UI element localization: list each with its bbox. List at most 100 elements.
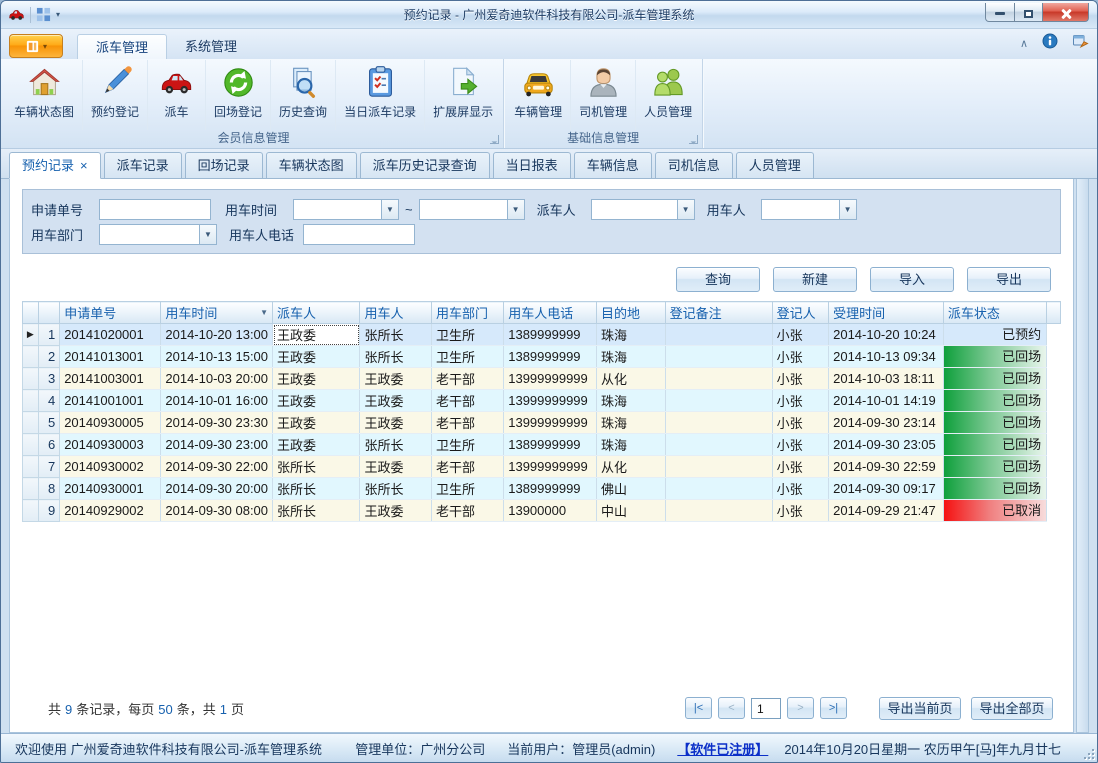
cell-dispatcher[interactable]: 王政委 (273, 412, 360, 434)
cell-dept[interactable]: 卫生所 (431, 478, 503, 500)
cell-use_time[interactable]: 2014-09-30 20:00 (161, 478, 273, 500)
cell-accept_time[interactable]: 2014-09-30 22:59 (829, 456, 944, 478)
cell-registrar[interactable]: 小张 (772, 368, 828, 390)
maximize-button[interactable] (1015, 3, 1043, 22)
chevron-down-icon[interactable]: ▼ (381, 200, 398, 219)
cell-order_no[interactable]: 20140929002 (60, 500, 161, 522)
cell-user[interactable]: 王政委 (360, 500, 431, 522)
column-header-phone[interactable]: 用车人电话 (504, 302, 597, 324)
cell-status[interactable]: 已回场 (943, 368, 1046, 390)
cell-user[interactable]: 张所长 (360, 346, 431, 368)
cell-destination[interactable]: 珠海 (596, 434, 665, 456)
cell-order_no[interactable]: 20140930003 (60, 434, 161, 456)
cell-remark[interactable] (665, 368, 772, 390)
style-icon[interactable] (1072, 33, 1089, 54)
cell-status[interactable]: 已回场 (943, 434, 1046, 456)
use-time-from-combo[interactable]: ▼ (293, 199, 399, 220)
cell-phone[interactable]: 1389999999 (504, 478, 597, 500)
cell-dept[interactable]: 老干部 (431, 390, 503, 412)
user-combo[interactable]: ▼ (761, 199, 857, 220)
doc-tab[interactable]: 回场记录 (185, 152, 263, 178)
cell-user[interactable]: 张所长 (360, 324, 431, 346)
application-menu-button[interactable]: ▾ (9, 34, 63, 58)
cell-dispatcher[interactable]: 王政委 (273, 368, 360, 390)
cell-accept_time[interactable]: 2014-10-03 18:11 (829, 368, 944, 390)
export-all-pages-button[interactable]: 导出全部页 (971, 697, 1053, 720)
cell-user[interactable]: 王政委 (360, 456, 431, 478)
cell-registrar[interactable]: 小张 (772, 324, 828, 346)
prev-page-button[interactable]: < (718, 697, 745, 719)
column-header-use_time[interactable]: 用车时间▼ (161, 302, 273, 324)
close-tab-icon[interactable]: × (80, 158, 88, 173)
cell-dept[interactable]: 卫生所 (431, 434, 503, 456)
ribbon-button-yellow-car[interactable]: 车辆管理 (506, 60, 571, 130)
table-row[interactable]: ▶1201410200012014-10-20 13:00王政委张所长卫生所13… (23, 324, 1061, 346)
cell-status[interactable]: 已回场 (943, 478, 1046, 500)
cell-remark[interactable] (665, 390, 772, 412)
cell-order_no[interactable]: 20141013001 (60, 346, 161, 368)
table-row[interactable]: 5201409300052014-09-30 23:30王政委王政委老干部139… (23, 412, 1061, 434)
cell-dept[interactable]: 老干部 (431, 368, 503, 390)
license-link[interactable]: 【软件已注册】 (677, 739, 768, 758)
table-row[interactable]: 4201410010012014-10-01 16:00王政委王政委老干部139… (23, 390, 1061, 412)
column-header-order_no[interactable]: 申请单号 (60, 302, 161, 324)
column-header-status[interactable]: 派车状态 (943, 302, 1046, 324)
ribbon-button-pencil[interactable]: 预约登记 (83, 60, 148, 130)
ribbon-button-search-docs[interactable]: 历史查询 (271, 60, 336, 130)
cell-use_time[interactable]: 2014-10-03 20:00 (161, 368, 273, 390)
cell-phone[interactable]: 13999999999 (504, 456, 597, 478)
dept-combo[interactable]: ▼ (99, 224, 217, 245)
cell-use_time[interactable]: 2014-09-30 23:00 (161, 434, 273, 456)
doc-tab[interactable]: 司机信息 (655, 152, 733, 178)
cell-status[interactable]: 已取消 (943, 500, 1046, 522)
cell-order_no[interactable]: 20141001001 (60, 390, 161, 412)
cell-status[interactable]: 已回场 (943, 390, 1046, 412)
ribbon-button-clipboard-check[interactable]: 当日派车记录 (336, 60, 425, 130)
doc-tab[interactable]: 人员管理 (736, 152, 814, 178)
cell-destination[interactable]: 珠海 (596, 412, 665, 434)
cell-dispatcher[interactable]: 王政委 (273, 346, 360, 368)
cell-order_no[interactable]: 20140930001 (60, 478, 161, 500)
column-header-destination[interactable]: 目的地 (596, 302, 665, 324)
cell-remark[interactable] (665, 456, 772, 478)
sort-descending-icon[interactable]: ▼ (260, 308, 268, 317)
ribbon-button-driver[interactable]: 司机管理 (571, 60, 636, 130)
collapse-ribbon-icon[interactable]: ∧ (1020, 39, 1028, 49)
cell-phone[interactable]: 13999999999 (504, 412, 597, 434)
cell-phone[interactable]: 13999999999 (504, 390, 597, 412)
layout-grid-icon[interactable] (36, 7, 51, 22)
next-page-button[interactable]: > (787, 697, 814, 719)
cell-remark[interactable] (665, 346, 772, 368)
cell-phone[interactable]: 13999999999 (504, 368, 597, 390)
chevron-down-icon[interactable]: ▼ (677, 200, 694, 219)
cell-phone[interactable]: 13900000 (504, 500, 597, 522)
cell-accept_time[interactable]: 2014-09-30 23:05 (829, 434, 944, 456)
cell-dispatcher[interactable]: 张所长 (273, 500, 360, 522)
cell-remark[interactable] (665, 324, 772, 346)
cell-use_time[interactable]: 2014-10-20 13:00 (161, 324, 273, 346)
table-row[interactable]: 9201409290022014-09-30 08:00张所长王政委老干部139… (23, 500, 1061, 522)
cell-remark[interactable] (665, 500, 772, 522)
cell-accept_time[interactable]: 2014-09-30 23:14 (829, 412, 944, 434)
cell-user[interactable]: 张所长 (360, 434, 431, 456)
cell-status[interactable]: 已回场 (943, 412, 1046, 434)
chevron-down-icon[interactable]: ▼ (507, 200, 524, 219)
chevron-down-icon[interactable]: ▼ (839, 200, 856, 219)
dispatcher-combo[interactable]: ▼ (591, 199, 695, 220)
cell-remark[interactable] (665, 434, 772, 456)
export-button[interactable]: 导出 (967, 267, 1051, 292)
column-header-dept[interactable]: 用车部门 (431, 302, 503, 324)
query-button[interactable]: 查询 (676, 267, 760, 292)
info-icon[interactable] (1042, 33, 1058, 54)
cell-dispatcher[interactable]: 王政委 (273, 434, 360, 456)
cell-use_time[interactable]: 2014-09-30 23:30 (161, 412, 273, 434)
cell-remark[interactable] (665, 412, 772, 434)
cell-dept[interactable]: 卫生所 (431, 324, 503, 346)
cell-phone[interactable]: 1389999999 (504, 434, 597, 456)
cell-registrar[interactable]: 小张 (772, 390, 828, 412)
cell-accept_time[interactable]: 2014-10-20 10:24 (829, 324, 944, 346)
table-row[interactable]: 7201409300022014-09-30 22:00张所长王政委老干部139… (23, 456, 1061, 478)
export-current-page-button[interactable]: 导出当前页 (879, 697, 961, 720)
vertical-scrollbar[interactable] (1076, 179, 1089, 733)
minimize-button[interactable] (985, 3, 1015, 22)
